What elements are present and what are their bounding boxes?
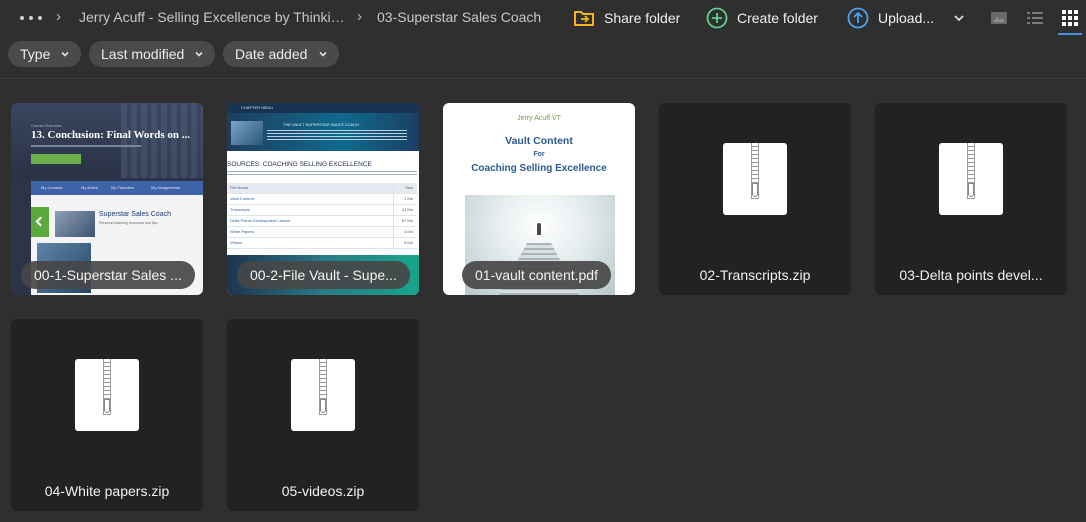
- image-view-icon[interactable]: [990, 9, 1008, 27]
- file-name: 00-1-Superstar Sales ...: [21, 261, 195, 289]
- thumb-topbar: CHAPTER MENU: [241, 105, 274, 110]
- upload-button[interactable]: Upload...: [847, 6, 965, 30]
- thumb-title-line: Coaching Selling Excellence: [471, 163, 607, 174]
- zip-file-icon: [75, 359, 139, 431]
- file-card-delta-points-zip[interactable]: 03-Delta points devel...: [875, 103, 1067, 295]
- upload-label: Upload...: [878, 10, 935, 26]
- thumb-author: Jerry Acuff VT: [517, 115, 561, 122]
- thumb-table: File Name Size Vault Content 1 Mo Transcri…: [227, 183, 417, 249]
- file-name: 00-2-File Vault - Supe...: [237, 261, 410, 289]
- active-view-indicator: [1058, 33, 1082, 35]
- thumb-header: THE VAULT SUPERSTAR SALES COACH: [283, 122, 360, 127]
- file-name: 02-Transcripts.zip: [699, 267, 811, 283]
- top-bar: › Jerry Acuff - Selling Excellence by Th…: [0, 0, 1086, 36]
- breadcrumb-item-current[interactable]: 03-Superstar Sales Coach: [377, 9, 547, 25]
- grid-view-icon[interactable]: [1061, 9, 1079, 27]
- file-name: 04-White papers.zip: [44, 483, 170, 499]
- chevron-right-icon: ›: [56, 8, 61, 25]
- thumb-nav-item: My Favorites: [111, 185, 134, 190]
- thumb-nav-item: My Notes: [81, 185, 98, 190]
- more-options-icon[interactable]: [20, 9, 42, 27]
- filter-last-modified-label: Last modified: [101, 46, 185, 62]
- file-card-vault-content-pdf[interactable]: Jerry Acuff VT Vault Content For Coachin…: [443, 103, 635, 295]
- upload-circle-icon: [847, 7, 869, 29]
- share-folder-label: Share folder: [604, 10, 681, 26]
- list-view-icon[interactable]: [1026, 9, 1044, 27]
- thumb-title-line: Vault Content: [505, 135, 573, 147]
- add-circle-icon: [706, 7, 728, 29]
- chevron-down-icon[interactable]: [953, 12, 965, 24]
- thumb-title-line: For: [533, 151, 545, 158]
- thumb-coach-subtitle: Personal coaching resources and tips: [99, 221, 158, 225]
- filter-date-added-label: Date added: [235, 46, 308, 62]
- chevron-down-icon: [61, 51, 69, 57]
- thumb-nav-item: My Courses: [41, 185, 63, 190]
- filter-type[interactable]: Type: [8, 41, 81, 67]
- file-card-videos-zip[interactable]: 05-videos.zip: [227, 319, 419, 511]
- file-card-superstar-sales[interactable]: Course Overview 13. Conclusion: Final Wo…: [11, 103, 203, 295]
- zip-file-icon: [723, 143, 787, 215]
- toolbar-divider: [0, 78, 1086, 79]
- zip-file-icon: [939, 143, 1003, 215]
- share-folder-button[interactable]: Share folder: [573, 6, 680, 30]
- thumb-kicker: Course Overview: [31, 123, 62, 128]
- zip-file-icon: [291, 359, 355, 431]
- file-name: 03-Delta points devel...: [899, 267, 1043, 283]
- thumb-nav-item: My Assignments: [151, 185, 181, 190]
- file-card-transcripts-zip[interactable]: 02-Transcripts.zip: [659, 103, 851, 295]
- thumb-title: 13. Conclusion: Final Words on ...: [31, 129, 191, 141]
- chevron-down-icon: [195, 51, 203, 57]
- filter-date-added[interactable]: Date added: [223, 41, 339, 67]
- thumb-coach-title: Superstar Sales Coach: [99, 211, 171, 218]
- file-name: 05-videos.zip: [281, 483, 365, 499]
- filter-type-label: Type: [20, 46, 51, 62]
- file-name: 01-vault content.pdf: [462, 261, 611, 289]
- chevron-down-icon: [319, 51, 327, 57]
- file-card-white-papers-zip[interactable]: 04-White papers.zip: [11, 319, 203, 511]
- chevron-left-icon: [31, 207, 49, 237]
- create-folder-button[interactable]: Create folder: [706, 6, 818, 30]
- thumb-sources-heading: SOURCES: COACHING SELLING EXCELLENCE: [227, 161, 372, 168]
- share-folder-icon: [574, 11, 594, 26]
- file-card-file-vault[interactable]: CHAPTER MENU THE VAULT SUPERSTAR SALES C…: [227, 103, 419, 295]
- filter-last-modified[interactable]: Last modified: [89, 41, 215, 67]
- chevron-right-icon: ›: [357, 8, 362, 25]
- breadcrumb-item-parent[interactable]: Jerry Acuff - Selling Excellence by Thin…: [79, 9, 347, 25]
- create-folder-label: Create folder: [737, 10, 818, 26]
